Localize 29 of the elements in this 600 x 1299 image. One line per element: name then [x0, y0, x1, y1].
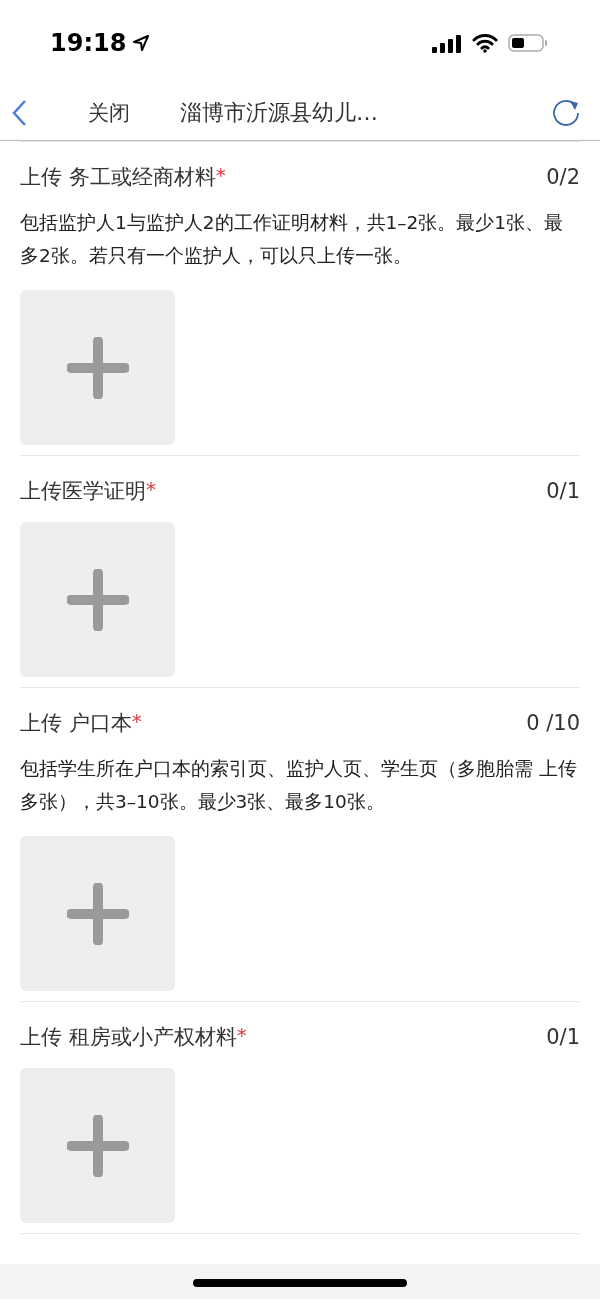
section-title: 上传 租房或小产权材料 [20, 1024, 237, 1051]
section-description: 包括学生所在户口本的索引页、监护人页、学生页（多胞胎需 上传多张），共3–10张。最少3张、最多10张。 [20, 757, 578, 814]
page-title: 淄博市沂源县幼儿… [180, 98, 379, 127]
add-photo-button[interactable] [20, 522, 175, 677]
section-description: 包括监护人1与监护人2的工作证明材料，共1–2张。最少1张、最多2张。若只有一个监护人，可以只上传一张。 [20, 211, 565, 268]
battery-icon [508, 32, 548, 53]
location-arrow-icon [132, 33, 151, 52]
required-mark: * [131, 709, 142, 733]
section-title: 上传 户口本 [20, 710, 132, 737]
section-title: 上传医学证明 [20, 478, 146, 505]
plus-icon [66, 1114, 129, 1177]
required-mark: * [215, 163, 226, 187]
upload-count: 0/1 [546, 1025, 580, 1049]
add-photo-button[interactable] [20, 290, 175, 445]
section-title: 上传 务工或经商材料 [20, 164, 216, 191]
add-photo-button[interactable] [20, 1068, 175, 1223]
required-mark: * [146, 477, 156, 501]
add-photo-button[interactable] [20, 836, 175, 991]
upload-count: 0/2 [546, 165, 580, 189]
plus-icon [66, 882, 129, 945]
signal-icon [432, 32, 462, 53]
wifi-icon [472, 32, 498, 53]
upload-count: 0/1 [546, 479, 580, 503]
upload-count: 0 /10 [526, 711, 580, 735]
status-time: 19:18 [50, 28, 127, 57]
plus-icon [66, 568, 129, 631]
required-mark: * [236, 1023, 247, 1047]
plus-icon [66, 336, 129, 399]
close-button[interactable]: 关闭 [88, 98, 130, 127]
